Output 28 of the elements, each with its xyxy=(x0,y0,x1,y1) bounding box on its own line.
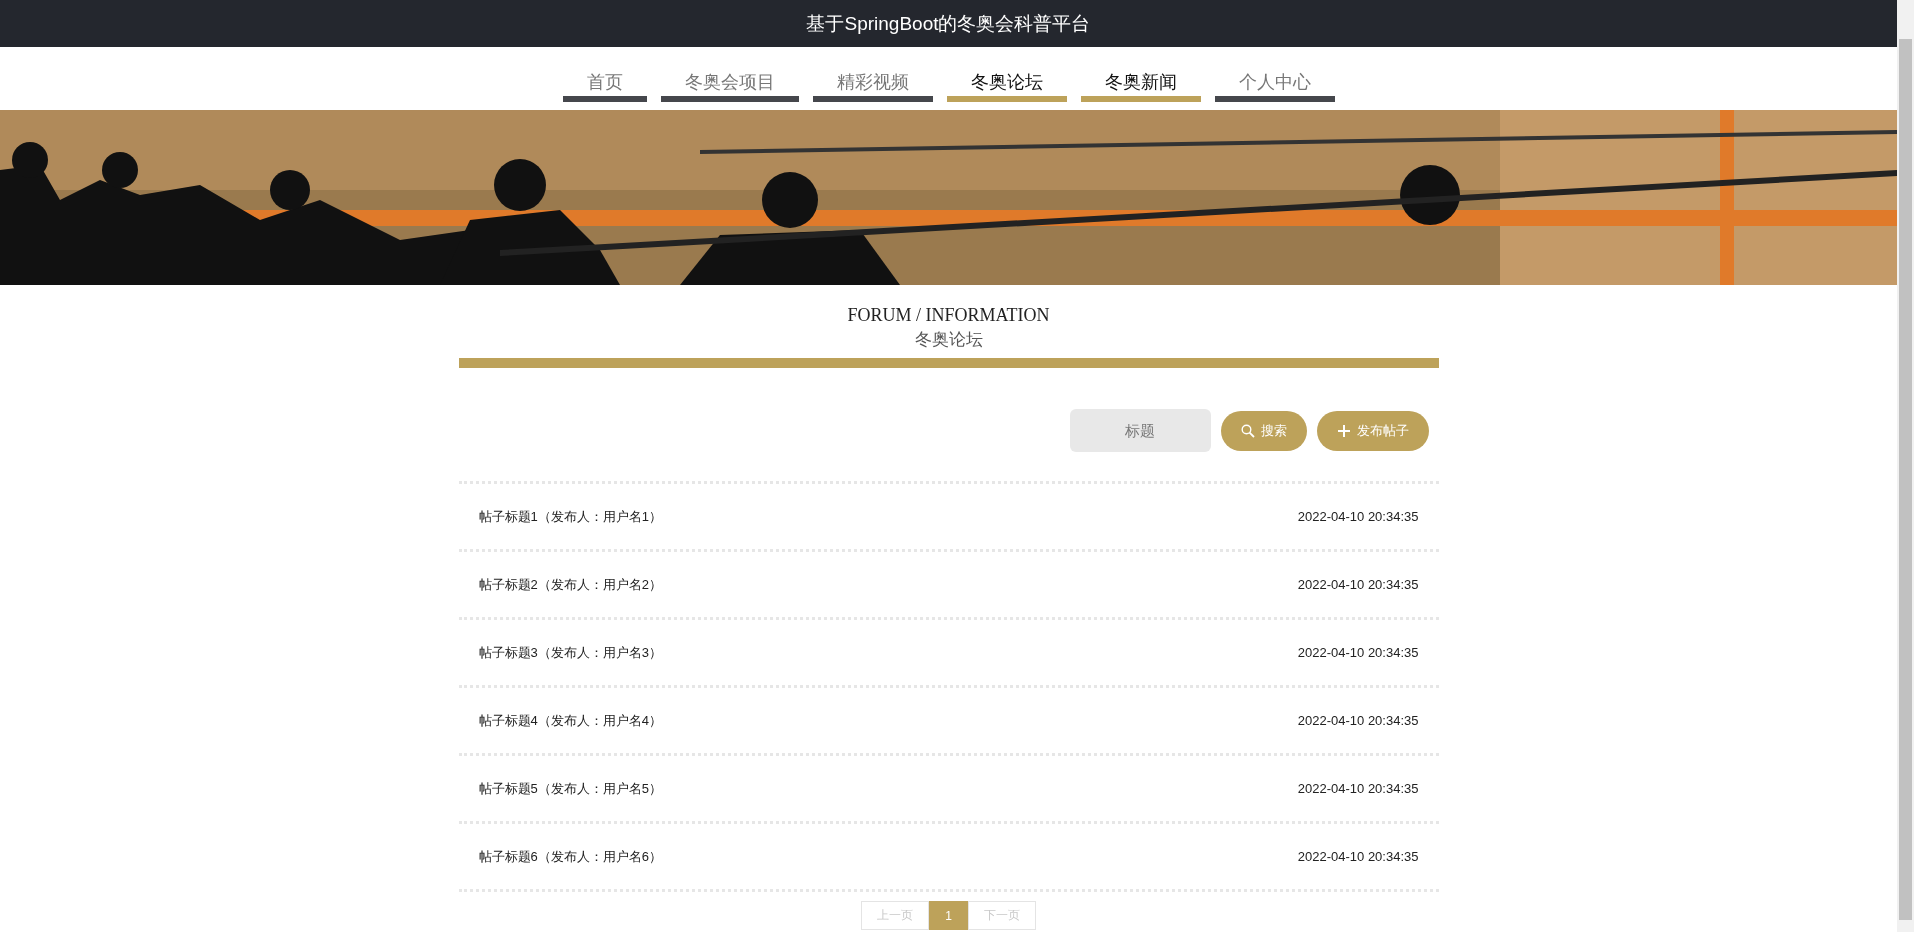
post-title[interactable]: 帖子标题3（发布人：用户名3） xyxy=(478,643,662,662)
post-title[interactable]: 帖子标题5（发布人：用户名5） xyxy=(478,779,662,798)
nav-tab[interactable]: 精彩视频 xyxy=(812,56,933,102)
post-time: 2022-04-10 20:34:35 xyxy=(1297,713,1419,728)
add-post-button[interactable]: 发布帖子 xyxy=(1316,411,1429,451)
post-time: 2022-04-10 20:34:35 xyxy=(1297,509,1419,524)
search-field[interactable]: 标题 xyxy=(1069,409,1211,452)
post-time: 2022-04-10 20:34:35 xyxy=(1297,849,1419,864)
post-time: 2022-04-10 20:34:35 xyxy=(1297,577,1419,592)
scrollbar[interactable] xyxy=(1897,0,1914,932)
plus-icon xyxy=(1336,424,1351,438)
search-button[interactable]: 搜索 xyxy=(1220,411,1307,451)
nav-tab[interactable]: 冬奥论坛 xyxy=(946,56,1067,102)
post-time: 2022-04-10 20:34:35 xyxy=(1297,781,1419,796)
page-button[interactable]: 1 xyxy=(929,901,968,930)
post-time: 2022-04-10 20:34:35 xyxy=(1297,645,1419,660)
nav-tab[interactable]: 首页 xyxy=(562,56,647,102)
post-title[interactable]: 帖子标题4（发布人：用户名4） xyxy=(478,711,662,730)
nav-tab[interactable]: 个人中心 xyxy=(1214,56,1335,102)
search-icon xyxy=(1240,424,1255,438)
post-title[interactable]: 帖子标题1（发布人：用户名1） xyxy=(478,507,662,526)
nav-tab[interactable]: 冬奥会项目 xyxy=(660,56,799,102)
nav-tab[interactable]: 冬奥新闻 xyxy=(1080,56,1201,102)
post-title[interactable]: 帖子标题2（发布人：用户名2） xyxy=(478,575,662,594)
site-title: 基于SpringBoot的冬奥会科普平台 xyxy=(806,11,1091,36)
section-subtitle: 冬奥论坛 xyxy=(913,329,984,351)
section-title: FORUM / INFORMATION xyxy=(846,305,1051,326)
post-title[interactable]: 帖子标题6（发布人：用户名6） xyxy=(478,847,662,866)
